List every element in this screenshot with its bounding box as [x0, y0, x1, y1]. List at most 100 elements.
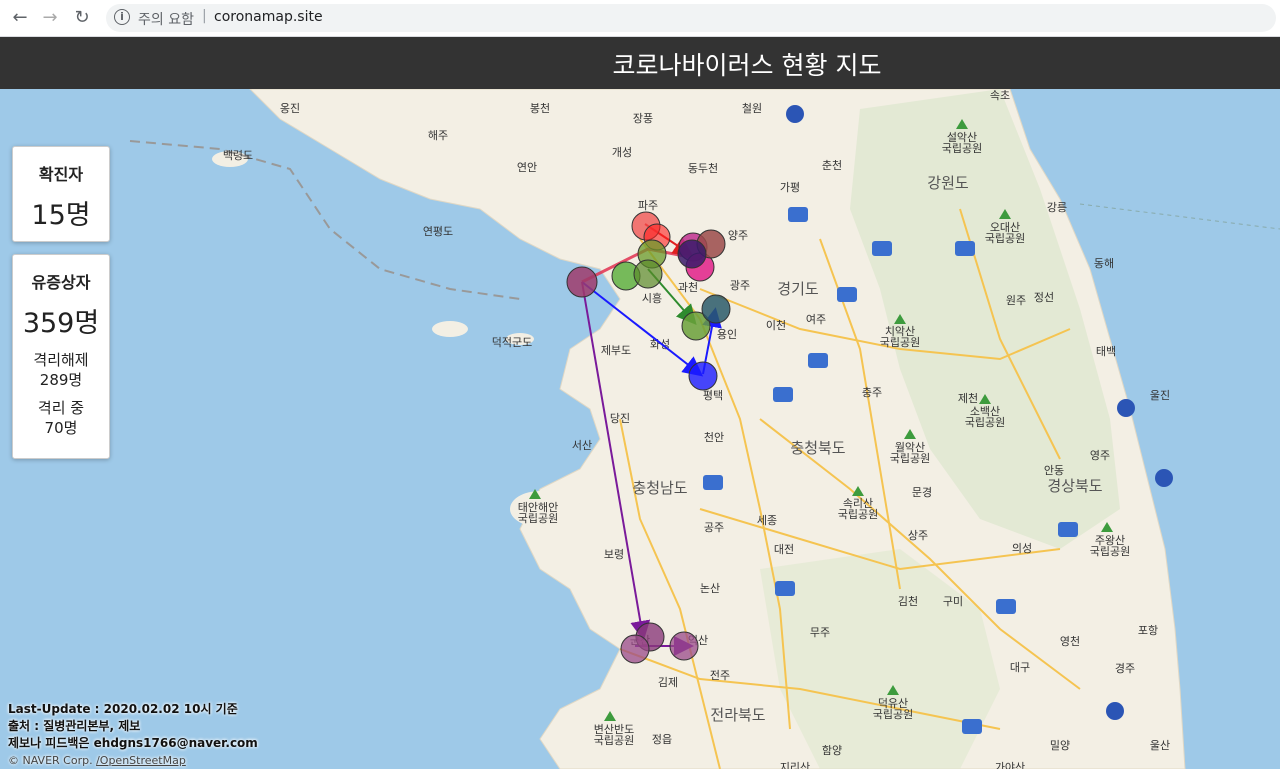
patient-marker[interactable]	[620, 634, 650, 664]
place-label: 봉천	[530, 101, 550, 115]
confirmed-panel: 확진자 15명	[12, 146, 110, 242]
place-label: 경주	[1115, 662, 1135, 675]
park-label: 변산반도 국립공원	[594, 723, 634, 747]
region-label: 경기도	[777, 280, 819, 298]
place-label: 문경	[912, 486, 932, 499]
address-bar[interactable]: i 주의 요함 | coronamap.site	[106, 4, 1276, 32]
place-label: 옹진	[280, 102, 300, 115]
place-label: 논산	[700, 582, 720, 595]
place-label: 안동	[1044, 464, 1064, 477]
place-label: 구미	[943, 595, 963, 608]
park-label: 월악산 국립공원	[890, 441, 930, 465]
suspected-panel: 유증상자 359명 격리해제 289명 격리 중 70명	[12, 254, 110, 459]
park-label: 가야산국립공원	[990, 761, 1030, 769]
data-source: 출처 : 질병관리본부, 제보	[8, 719, 141, 733]
region-label: 충청북도	[790, 439, 845, 457]
place-label: 의성	[1012, 542, 1032, 555]
park-label: 덕유산 국립공원	[873, 697, 913, 721]
suspected-label: 유증상자	[31, 273, 91, 292]
park-label: 태안해안 국립공원	[518, 500, 558, 525]
confirmed-value: 15명	[31, 200, 91, 231]
place-label: 태백	[1096, 345, 1116, 358]
place-label: 충주	[862, 386, 882, 399]
released-group: 격리해제 289명	[13, 350, 109, 390]
url-text[interactable]: coronamap.site	[214, 9, 323, 25]
place-label: 해주	[428, 128, 448, 142]
place-label: 춘천	[822, 158, 842, 172]
patient-marker[interactable]	[701, 294, 731, 324]
place-label: 가평	[780, 181, 800, 194]
released-value: 289명	[39, 371, 83, 389]
place-label: 보령	[604, 548, 624, 561]
suspected-value: 359명	[22, 308, 100, 339]
place-label: 광주	[730, 279, 750, 292]
arrow-right-icon[interactable]: →	[38, 6, 62, 30]
place-label: 강릉	[1047, 201, 1067, 214]
map-attribution: © NAVER Corp. /OpenStreetMap	[8, 752, 258, 769]
place-label: 당진	[610, 412, 630, 425]
region-label: 경상북도	[1047, 477, 1102, 495]
naver-attribution: © NAVER Corp.	[8, 754, 93, 767]
browser-toolbar: ← → ↻ i 주의 요함 | coronamap.site	[0, 0, 1280, 37]
place-label: 원주	[1006, 294, 1026, 307]
region-label: 충청남도	[632, 479, 687, 497]
place-label: 김제	[658, 676, 678, 689]
park-label: 설악산 국립공원	[942, 131, 982, 155]
place-label: 제천	[958, 391, 978, 405]
patient-marker[interactable]	[688, 361, 718, 391]
place-label: 동해	[1094, 256, 1114, 270]
park-label: 주왕산 국립공원	[1090, 534, 1130, 558]
place-label: 밀양	[1050, 739, 1070, 752]
place-label: 울진	[1150, 389, 1170, 402]
place-label: 시흥	[642, 291, 662, 305]
confirmed-label: 확진자	[38, 165, 84, 184]
arrow-left-icon[interactable]: ←	[8, 6, 32, 30]
place-label: 철원	[742, 102, 762, 115]
place-label: 속초	[990, 89, 1010, 102]
place-label: 무주	[810, 626, 830, 639]
region-label: 강원도	[927, 174, 969, 192]
patient-marker[interactable]	[633, 259, 663, 289]
footer-info: Last-Update : 2020.02.02 10시 기준 출처 : 질병관…	[8, 701, 258, 769]
place-label: 양주	[728, 229, 748, 242]
place-label: 울산	[1150, 739, 1170, 752]
place-label: 과천	[678, 280, 698, 294]
patient-marker[interactable]	[566, 266, 598, 298]
place-label: 이천	[766, 318, 786, 332]
place-label: 김천	[898, 594, 918, 608]
place-label: 정읍	[652, 733, 672, 746]
url-separator: |	[202, 8, 207, 24]
place-label: 동두천	[688, 161, 718, 175]
reload-icon[interactable]: ↻	[70, 6, 94, 30]
place-label: 용인	[717, 328, 737, 341]
place-label: 평택	[703, 389, 723, 402]
place-label: 대구	[1010, 661, 1030, 674]
place-label: 상주	[908, 529, 928, 542]
place-label: 영천	[1060, 634, 1080, 648]
place-label: 파주	[638, 199, 658, 212]
place-label: 장풍	[633, 112, 653, 125]
patient-marker[interactable]	[669, 631, 699, 661]
isolating-label: 격리 중	[37, 399, 85, 417]
map-view[interactable]: 옹진 봉천 장풍 철원 해주 개성 연안 동두천 춘천 파주 가평 양주 연평도 백령도 과천 시흥 광주 화성 용…	[0, 89, 1280, 769]
place-label: 공주	[704, 521, 724, 534]
park-label: 지리산국립공원	[775, 761, 815, 769]
header-bar: 코로나바이러스 현황 지도	[0, 37, 1280, 89]
last-update: Last-Update : 2020.02.02 10시 기준	[8, 702, 238, 716]
place-label: 세종	[757, 514, 777, 527]
place-label: 백령도	[223, 149, 253, 162]
place-label: 대전	[774, 543, 794, 556]
map-canvas[interactable]: 옹진 봉천장풍철원해주개성연안 동두천 춘천파주가평양주연평도백령도과천시흥광주화성용…	[0, 89, 1280, 769]
security-warning: 주의 요함	[138, 12, 194, 28]
patient-marker[interactable]	[677, 239, 707, 269]
place-label: 함양	[822, 744, 842, 757]
isolating-value: 70명	[44, 419, 78, 437]
info-icon[interactable]: i	[114, 9, 130, 25]
region-label: 전라북도	[710, 706, 765, 724]
place-label: 천안	[704, 430, 724, 444]
osm-link[interactable]: /OpenStreetMap	[96, 754, 186, 767]
park-label: 오대산 국립공원	[985, 221, 1025, 245]
park-label: 소백산 국립공원	[965, 405, 1005, 429]
place-label: 덕적군도	[492, 336, 532, 349]
feedback-contact: 제보나 피드백은 ehdgns1766@naver.com	[8, 736, 258, 750]
